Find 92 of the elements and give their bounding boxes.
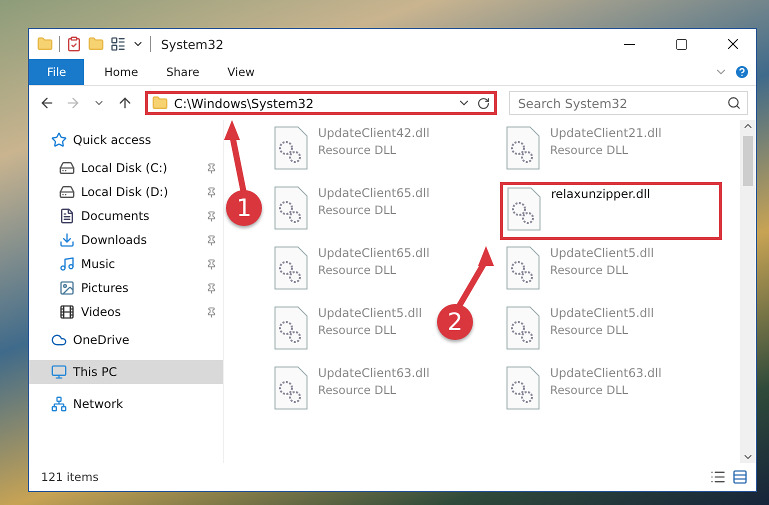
search-icon[interactable] [727, 96, 741, 110]
scroll-thumb[interactable] [743, 136, 753, 186]
file-name: UpdateClient63.dll [550, 366, 662, 380]
nav-label: Local Disk (C:) [81, 161, 168, 175]
file-gears-icon [274, 246, 308, 290]
download-icon [59, 232, 75, 248]
nav-label: OneDrive [73, 333, 130, 347]
file-type: Resource DLL [318, 263, 398, 277]
pin-icon[interactable] [206, 234, 217, 246]
refresh-icon[interactable] [477, 96, 490, 110]
nav-item[interactable]: Network [29, 392, 223, 416]
monitor-icon [51, 364, 67, 380]
star-icon [51, 132, 67, 148]
file-name: UpdateClient21.dll [550, 126, 662, 140]
ribbon-tab[interactable]: Share [152, 59, 214, 85]
properties-icon[interactable] [110, 36, 126, 52]
file-gears-icon [274, 126, 308, 170]
nav-item[interactable]: This PC [29, 360, 223, 384]
drive-icon [59, 160, 75, 176]
file-type: Resource DLL [550, 263, 630, 277]
ribbon-tab[interactable]: View [213, 59, 269, 85]
film-icon [59, 304, 75, 320]
address-path: C:\Windows\System32 [174, 96, 315, 110]
large-icons-view-icon[interactable] [732, 469, 748, 485]
nav-label: Videos [81, 305, 122, 319]
file-name: relaxunzipper.dll [551, 187, 650, 201]
scrollbar[interactable] [740, 120, 756, 463]
pin-icon[interactable] [206, 162, 217, 174]
file-gears-icon [274, 306, 308, 350]
file-name: UpdateClient5.dll [550, 246, 654, 260]
window-title: System32 [161, 36, 225, 52]
nav-item[interactable]: Documents [29, 204, 223, 228]
file-type: Resource DLL [550, 383, 630, 397]
file-name: UpdateClient5.dll [550, 306, 654, 320]
checklist-icon[interactable] [66, 36, 82, 52]
ribbon-tab[interactable]: Home [90, 59, 152, 85]
nav-label: This PC [73, 365, 118, 379]
file-name: UpdateClient65.dll [318, 246, 430, 260]
ribbon-tab[interactable]: File [29, 59, 84, 85]
nav-label: Network [73, 397, 124, 411]
pin-icon[interactable] [206, 306, 217, 318]
file-name: UpdateClient65.dll [318, 186, 430, 200]
music-icon [59, 256, 75, 272]
file-gears-icon [506, 246, 540, 290]
picture-icon [59, 280, 75, 296]
file-type: Resource DLL [550, 323, 630, 337]
pin-icon[interactable] [206, 210, 217, 222]
nav-label: Pictures [81, 281, 130, 295]
cloud-icon [51, 332, 67, 348]
up-arrow-icon [117, 95, 133, 111]
maximize-icon [674, 38, 688, 50]
file-type: Resource DLL [318, 323, 398, 337]
help-icon[interactable] [734, 64, 750, 80]
file-type: Resource DLL [318, 383, 398, 397]
nav-item[interactable]: Local Disk (C:) [29, 156, 223, 180]
file-type: Resource DLL [550, 143, 630, 157]
nav-item[interactable]: Pictures [29, 276, 223, 300]
nav-item[interactable]: Videos [29, 300, 223, 324]
pin-icon[interactable] [206, 282, 217, 294]
forward-arrow-icon [65, 95, 81, 111]
file-gears-icon [506, 366, 540, 410]
file-type: Resource DLL [318, 203, 398, 217]
nav-item[interactable]: Music [29, 252, 223, 276]
file-gears-icon [274, 366, 308, 410]
item-count: 121 items [41, 470, 100, 484]
details-view-icon[interactable] [710, 469, 726, 485]
folder-icon [152, 95, 168, 111]
pin-icon[interactable] [206, 186, 217, 198]
file-name: UpdateClient42.dll [318, 126, 430, 140]
file-name: UpdateClient5.dll [318, 306, 422, 320]
file-name: UpdateClient63.dll [318, 366, 430, 380]
search-field[interactable]: Search System32 [509, 91, 748, 115]
nav-item[interactable]: Downloads [29, 228, 223, 252]
nav-label: Local Disk (D:) [81, 185, 170, 199]
network-icon [51, 396, 67, 412]
document-icon [59, 208, 75, 224]
nav-label: Music [81, 257, 116, 271]
file-type: Resource DLL [318, 143, 398, 157]
nav-label: Downloads [81, 233, 148, 247]
file-gears-icon [507, 187, 541, 231]
address-field[interactable]: C:\Windows\System32 [145, 91, 497, 115]
nav-label: Documents [81, 209, 150, 223]
file-gears-icon [274, 186, 308, 230]
pin-icon[interactable] [206, 258, 217, 270]
file-gears-icon [506, 306, 540, 350]
nav-label: Quick access [73, 133, 152, 147]
nav-item[interactable]: Local Disk (D:) [29, 180, 223, 204]
file-item[interactable]: relaxunzipper.dll [500, 182, 722, 240]
drive-icon [59, 184, 75, 200]
nav-item[interactable]: OneDrive [29, 328, 223, 352]
nav-item[interactable]: Quick access [29, 128, 223, 152]
file-gears-icon [506, 126, 540, 170]
